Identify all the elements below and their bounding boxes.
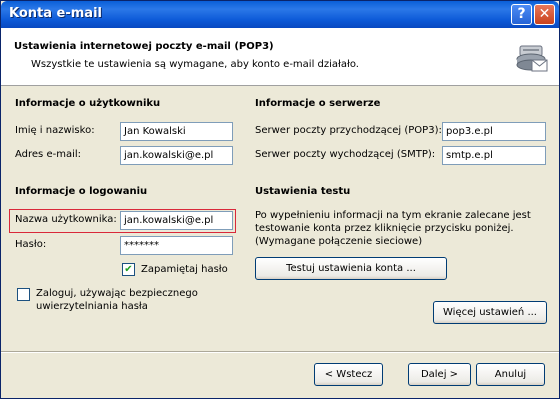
user-info-heading: Informacje o użytkowniku xyxy=(15,98,161,109)
name-label: Imię i nazwisko: xyxy=(15,125,95,136)
header-subtitle: Wszystkie te ustawienia są wymagane, aby… xyxy=(31,59,359,70)
back-button[interactable]: < Wstecz xyxy=(314,363,383,386)
window-title: Konta e-mail xyxy=(9,6,102,21)
close-icon: ✕ xyxy=(538,6,551,22)
help-icon: ? xyxy=(517,6,526,22)
username-input[interactable]: jan.kowalski@e.pl xyxy=(120,211,233,230)
remember-password-checkbox[interactable]: ✔ xyxy=(122,263,135,276)
test-description-line2: testowanie konta przez kliknięcie przyci… xyxy=(255,223,514,234)
outgoing-server-label: Serwer poczty wychodzącej (SMTP): xyxy=(255,149,436,160)
close-button[interactable]: ✕ xyxy=(534,4,555,25)
server-info-heading: Informacje o serwerze xyxy=(255,98,381,109)
test-description-line3: (Wymagane połączenie sieciowe) xyxy=(255,236,423,247)
spa-label-line2[interactable]: uwierzytelniania hasła xyxy=(36,301,148,312)
email-label: Adres e-mail: xyxy=(15,149,82,160)
username-label: Nazwa użytkownika: xyxy=(15,214,117,225)
next-button[interactable]: Dalej > xyxy=(408,363,471,386)
cancel-button[interactable]: Anuluj xyxy=(476,363,545,386)
test-account-settings-button[interactable]: Testuj ustawienia konta ... xyxy=(255,257,447,280)
name-input[interactable]: Jan Kowalski xyxy=(120,122,233,141)
email-accounts-dialog: Konta e-mail ? ✕ Ustawienia internetowej… xyxy=(0,0,560,399)
test-settings-heading: Ustawienia testu xyxy=(255,186,351,197)
remember-password-label[interactable]: Zapamiętaj hasło xyxy=(141,264,228,275)
password-label: Hasło: xyxy=(15,239,47,250)
help-button[interactable]: ? xyxy=(511,4,532,25)
incoming-server-label: Serwer poczty przychodzącej (POP3): xyxy=(255,125,442,136)
test-description-line1: Po wypełnieniu informacji na tym ekranie… xyxy=(255,210,531,221)
outgoing-server-input[interactable]: smtp.e.pl xyxy=(442,146,546,165)
footer-separator xyxy=(1,351,559,353)
password-input[interactable]: ******* xyxy=(120,236,233,255)
more-settings-button[interactable]: Więcej ustawień ... xyxy=(433,301,547,324)
incoming-server-input[interactable]: pop3.e.pl xyxy=(442,122,546,141)
mail-server-icon xyxy=(516,45,548,72)
email-input[interactable]: jan.kowalski@e.pl xyxy=(120,146,233,165)
spa-checkbox[interactable] xyxy=(17,288,30,301)
logon-info-heading: Informacje o logowaniu xyxy=(15,186,148,197)
title-bar[interactable]: Konta e-mail ? ✕ xyxy=(1,1,559,28)
spa-label-line1[interactable]: Zaloguj, używając bezpiecznego xyxy=(36,288,198,299)
wizard-header: Ustawienia internetowej poczty e-mail (P… xyxy=(1,28,559,86)
header-title: Ustawienia internetowej poczty e-mail (P… xyxy=(14,41,274,52)
